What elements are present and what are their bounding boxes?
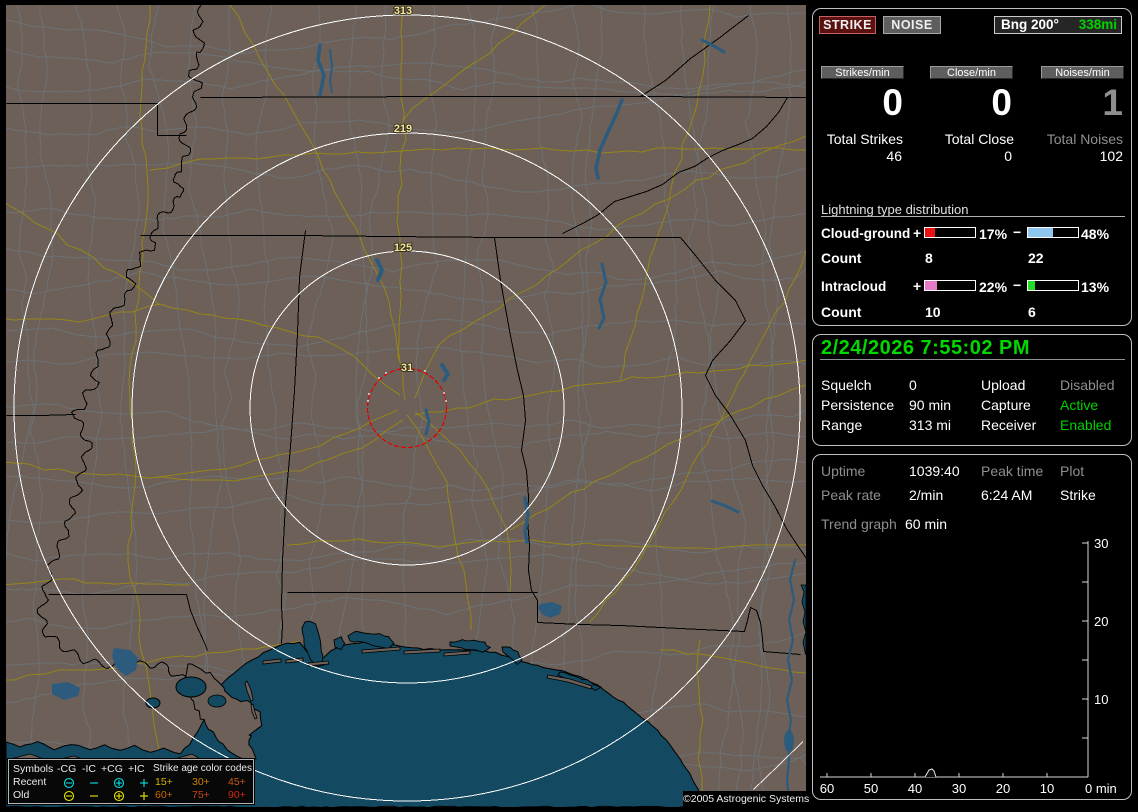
- svg-text:20: 20: [1094, 614, 1108, 629]
- svg-text:10: 10: [1094, 692, 1108, 707]
- svg-text:30: 30: [952, 781, 966, 796]
- svg-text:30: 30: [1094, 536, 1108, 551]
- svg-text:31: 31: [401, 362, 413, 374]
- svg-text:313: 313: [394, 5, 412, 17]
- svg-text:125: 125: [394, 242, 412, 254]
- svg-text:0 min: 0 min: [1085, 781, 1117, 796]
- svg-text:40: 40: [908, 781, 922, 796]
- svg-text:60: 60: [820, 781, 834, 796]
- svg-text:10: 10: [1040, 781, 1054, 796]
- svg-text:20: 20: [996, 781, 1010, 796]
- svg-text:50: 50: [864, 781, 878, 796]
- svg-text:219: 219: [394, 123, 412, 135]
